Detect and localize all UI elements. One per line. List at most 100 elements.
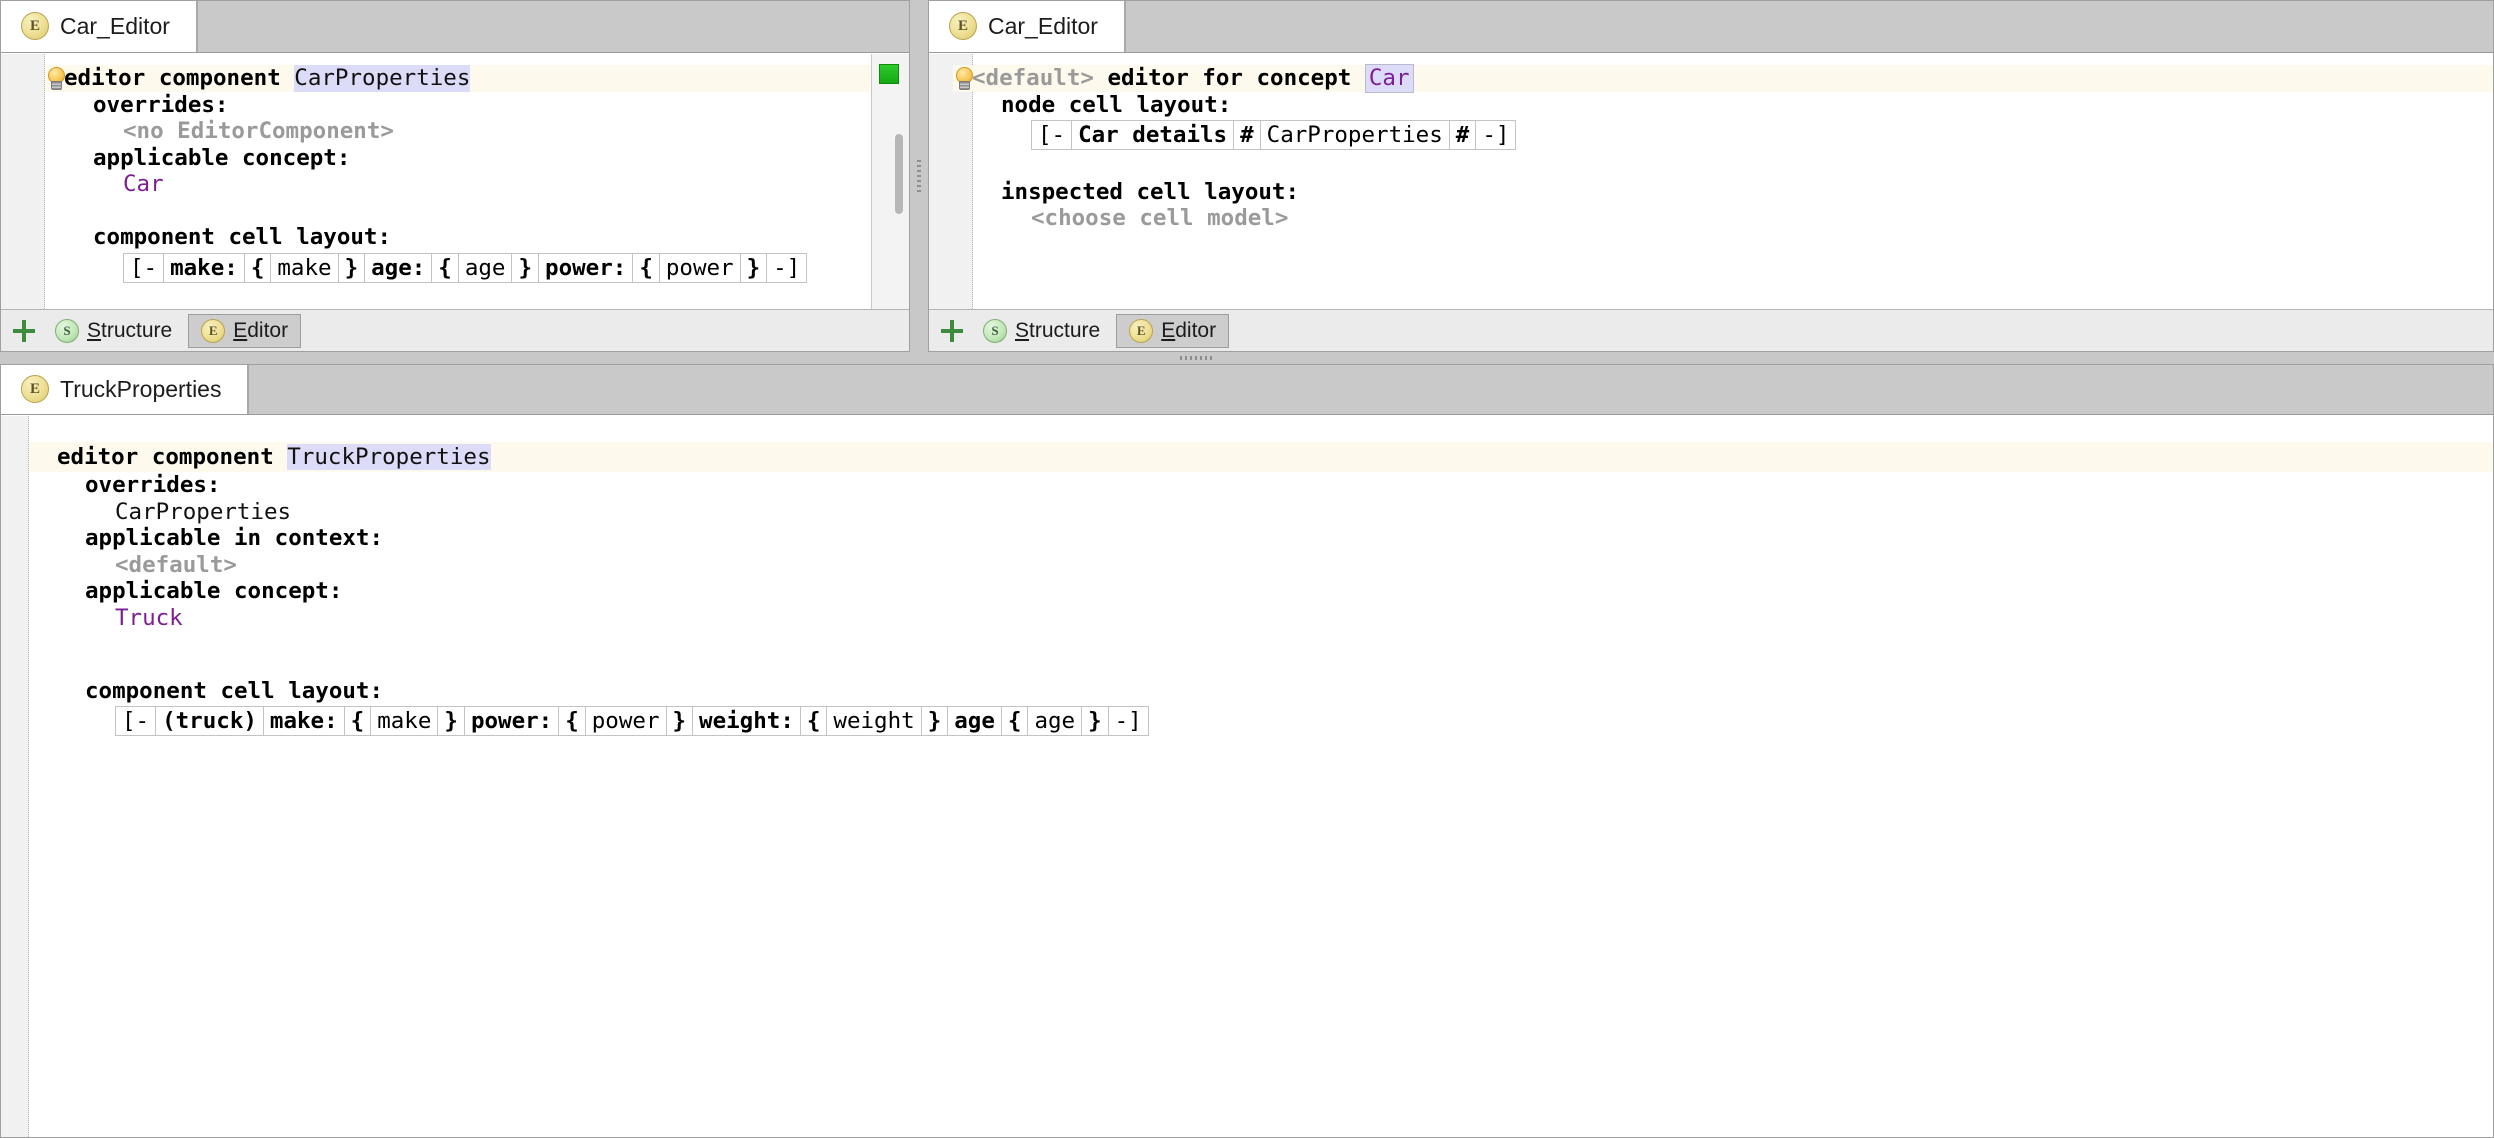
bottom-prop-value-overrides[interactable]: CarProperties bbox=[29, 499, 2493, 526]
cell-sequence: [- Car details # CarProperties # -] bbox=[1031, 120, 1517, 150]
editor-cell[interactable]: power: bbox=[463, 706, 560, 736]
tabstrip-filler bbox=[1124, 1, 2493, 52]
editor-cell[interactable]: { bbox=[343, 706, 372, 736]
lightbulb-icon[interactable] bbox=[955, 67, 973, 91]
editor-cell[interactable]: weight: bbox=[692, 706, 801, 736]
editor-cell[interactable]: } bbox=[337, 252, 366, 283]
splitter-grip bbox=[1180, 356, 1214, 360]
tab-truckproperties[interactable]: E TruckProperties bbox=[1, 365, 249, 414]
bottom-editor-panel: E TruckProperties editor component Truck… bbox=[0, 364, 2494, 1138]
tab-car-editor-right[interactable]: E Car_Editor bbox=[929, 1, 1125, 52]
right-root-keyword: editor for concept bbox=[1107, 65, 1352, 91]
editor-cell[interactable]: } bbox=[437, 706, 465, 736]
editor-cell[interactable]: } bbox=[739, 252, 768, 283]
editor-cell[interactable]: power bbox=[584, 706, 667, 736]
lightbulb-icon[interactable] bbox=[47, 67, 65, 91]
editor-cell[interactable]: } bbox=[920, 706, 949, 736]
bottom-code-area[interactable]: editor component TruckProperties overrid… bbox=[1, 416, 2493, 1137]
right-root-node-line[interactable]: <default> editor for concept Car bbox=[953, 64, 2493, 93]
right-inspected-cell-layout-label: inspected cell layout: bbox=[1001, 178, 1300, 205]
editor-cell[interactable]: power bbox=[658, 252, 741, 283]
cell-sequence: [- make:{make} age:{age} power:{power} -] bbox=[123, 252, 808, 283]
editor-cell[interactable]: make: bbox=[163, 252, 245, 283]
editor-cell[interactable]: age bbox=[457, 252, 513, 283]
left-prop-value-overrides[interactable]: <no EditorComponent> bbox=[45, 118, 909, 145]
editor-cell[interactable]: age: bbox=[364, 252, 433, 283]
add-aspect-button[interactable] bbox=[9, 316, 39, 346]
bottom-prop-label-overrides: overrides: bbox=[85, 472, 221, 498]
right-node-cell-layout-label: node cell layout: bbox=[1001, 91, 1232, 118]
left-prop-value-applicable-concept[interactable]: Car bbox=[45, 171, 909, 198]
editor-cell[interactable]: CarProperties bbox=[1259, 120, 1450, 150]
left-cell-layout-label: component cell layout: bbox=[93, 224, 392, 250]
right-root-prefix: <default> bbox=[972, 65, 1094, 91]
bottom-cell-layout-row[interactable]: [- (truck) make:{make} power:{power} weight:… bbox=[29, 704, 2493, 738]
bottom-prop-value-applicable-context[interactable]: <default> bbox=[29, 552, 2493, 579]
footer-tab-structure-left[interactable]: S SStructuretructure bbox=[43, 314, 184, 348]
editor-cell[interactable]: age bbox=[1027, 706, 1083, 736]
editor-cell[interactable]: -] bbox=[1107, 706, 1149, 736]
left-root-node-line[interactable]: editor component CarProperties bbox=[45, 65, 909, 92]
editor-cell[interactable]: } bbox=[1081, 706, 1109, 736]
editor-cell[interactable]: [- bbox=[115, 706, 157, 736]
tabstrip-filler bbox=[248, 365, 2493, 414]
right-panel-footer: S StructureStructure E EditorEditor bbox=[929, 309, 2493, 351]
editor-cell[interactable]: } bbox=[665, 706, 694, 736]
splitter-grip bbox=[917, 160, 921, 194]
editor-cell[interactable]: power: bbox=[538, 252, 634, 283]
editor-cell[interactable]: { bbox=[632, 252, 660, 283]
left-prop-label-overrides: overrides: bbox=[93, 91, 229, 118]
left-marker-strip[interactable] bbox=[871, 54, 909, 309]
editor-cell[interactable]: [- bbox=[1031, 120, 1073, 150]
footer-tab-editor-left[interactable]: E EditorEditor bbox=[188, 313, 302, 348]
editor-cell[interactable]: { bbox=[558, 706, 586, 736]
left-code-area[interactable]: editor component CarProperties overrides… bbox=[1, 54, 909, 309]
editor-cell[interactable]: make: bbox=[262, 706, 345, 736]
editor-cell[interactable]: # bbox=[1233, 120, 1261, 150]
editor-cell[interactable]: # bbox=[1448, 120, 1477, 150]
editor-cell[interactable]: } bbox=[511, 252, 540, 283]
editor-cell[interactable]: (truck) bbox=[155, 706, 264, 736]
editor-cell[interactable]: -] bbox=[766, 252, 808, 283]
left-scrollbar-thumb[interactable] bbox=[895, 134, 903, 214]
editor-cell[interactable]: weight bbox=[826, 706, 922, 736]
footer-tab-label: EditorEditor bbox=[233, 318, 289, 342]
right-panel-tabstrip: E Car_Editor bbox=[929, 1, 2493, 53]
bottom-prop-label-applicable-concept: applicable concept: bbox=[85, 578, 343, 604]
bottom-root-node-line[interactable]: editor component TruckProperties bbox=[29, 442, 2493, 472]
right-editor-panel: E Car_Editor <default> editor for concep… bbox=[928, 0, 2494, 352]
left-root-keyword: editor component bbox=[64, 65, 281, 91]
editor-cell[interactable]: Car details bbox=[1071, 120, 1235, 150]
footer-tab-editor-right[interactable]: E EditorEditor bbox=[1116, 313, 1230, 348]
editor-cell[interactable]: { bbox=[1000, 706, 1029, 736]
footer-tab-structure-right[interactable]: S StructureStructure bbox=[971, 314, 1112, 348]
analysis-ok-marker bbox=[879, 64, 899, 84]
left-panel-footer: S SStructuretructure E EditorEditor bbox=[1, 309, 909, 351]
editor-cell[interactable]: [- bbox=[123, 252, 165, 283]
add-aspect-button[interactable] bbox=[937, 316, 967, 346]
tab-car-editor-left[interactable]: E Car_Editor bbox=[1, 1, 197, 52]
bottom-root-name[interactable]: TruckProperties bbox=[287, 443, 491, 471]
vertical-splitter[interactable] bbox=[910, 0, 928, 352]
editor-cell[interactable]: make bbox=[270, 252, 339, 283]
right-code-area[interactable]: <default> editor for concept Car node ce… bbox=[929, 54, 2493, 309]
editor-cell[interactable]: -] bbox=[1475, 120, 1517, 150]
right-root-concept[interactable]: Car bbox=[1364, 64, 1414, 93]
right-inspected-cell-layout-value[interactable]: <choose cell model> bbox=[953, 205, 2493, 232]
left-root-name[interactable]: CarProperties bbox=[294, 65, 471, 92]
editor-aspect-icon: E bbox=[201, 318, 226, 343]
editor-cell[interactable]: { bbox=[243, 252, 272, 283]
bottom-panel-tabstrip: E TruckProperties bbox=[1, 365, 2493, 415]
tabstrip-filler bbox=[196, 1, 909, 52]
editor-cell[interactable]: age bbox=[947, 706, 1002, 736]
editor-cell[interactable]: { bbox=[799, 706, 828, 736]
tab-label: Car_Editor bbox=[988, 12, 1098, 39]
editor-cell[interactable]: { bbox=[431, 252, 459, 283]
left-editor-panel: E Car_Editor editor component CarPropert… bbox=[0, 0, 910, 352]
horizontal-splitter[interactable] bbox=[0, 352, 2494, 364]
right-node-cell-layout-row[interactable]: [- Car details # CarProperties # -] bbox=[953, 118, 2493, 152]
bottom-prop-value-applicable-concept[interactable]: Truck bbox=[29, 605, 2493, 632]
editor-cell[interactable]: make bbox=[370, 706, 439, 736]
cell-sequence: [- (truck) make:{make} power:{power} weight:… bbox=[115, 706, 1149, 736]
left-cell-layout-row[interactable]: [- make:{make} age:{age} power:{power} -] bbox=[45, 251, 909, 285]
